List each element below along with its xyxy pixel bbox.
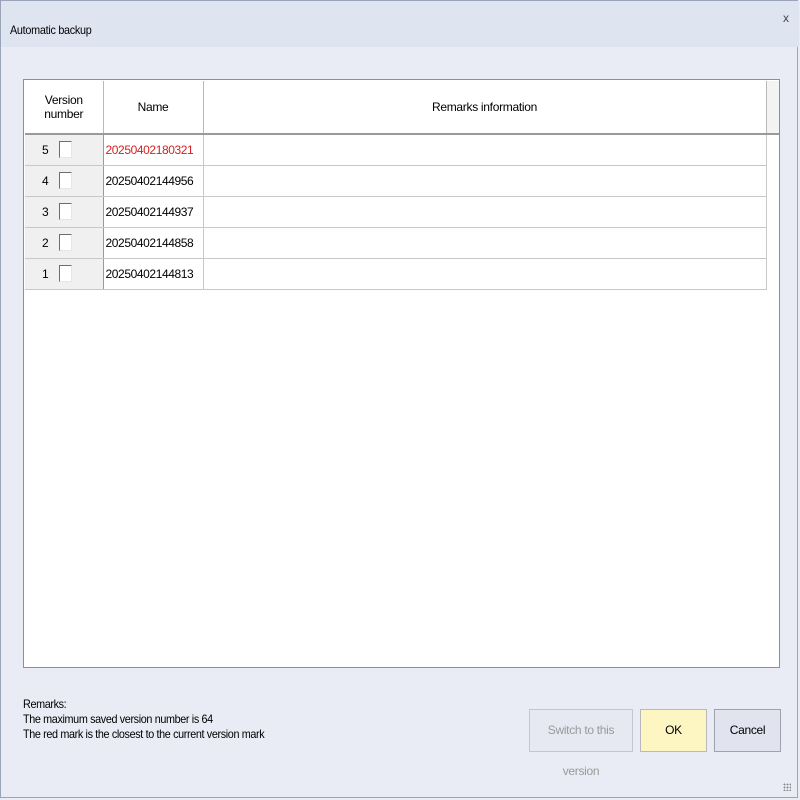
backup-dialog: Automatic backup x Version number Name R… <box>0 0 799 798</box>
version-checkbox[interactable] <box>59 202 72 220</box>
table-row[interactable]: 3 20250402144937 <box>25 196 779 228</box>
switch-version-button[interactable]: Switch to this version <box>529 709 633 778</box>
remarks-line-max-versions: The maximum saved version number is 64 <box>23 712 213 726</box>
version-checkbox[interactable] <box>59 264 72 282</box>
remarks-cell[interactable] <box>203 258 767 290</box>
version-name-cell[interactable]: 20250402180321 <box>103 134 204 166</box>
version-name-cell[interactable]: 20250402144858 <box>103 227 204 259</box>
table-row[interactable]: 1 20250402144813 <box>25 258 779 290</box>
version-number: 4 <box>42 173 49 188</box>
version-cell: 1 <box>25 258 104 290</box>
column-header-remarks[interactable]: Remarks information <box>203 81 767 135</box>
remarks-label: Remarks: <box>23 697 67 711</box>
close-icon[interactable]: x <box>783 11 789 25</box>
version-checkbox[interactable] <box>59 141 72 158</box>
resize-grip-icon[interactable] <box>783 783 791 791</box>
column-header-name[interactable]: Name <box>103 81 204 135</box>
table-row[interactable]: 2 20250402144858 <box>25 227 779 259</box>
version-name-cell[interactable]: 20250402144956 <box>103 165 204 197</box>
version-checkbox[interactable] <box>59 171 72 189</box>
title-bar: Automatic backup x <box>1 1 799 47</box>
remarks-note: Remarks: The maximum saved version numbe… <box>23 697 265 742</box>
version-table: Version number Name Remarks information … <box>25 81 779 290</box>
remarks-cell[interactable] <box>203 165 767 197</box>
cancel-button[interactable]: Cancel <box>714 709 781 752</box>
remarks-cell[interactable] <box>203 227 767 259</box>
column-header-version[interactable]: Version number <box>25 81 104 135</box>
remarks-cell[interactable] <box>203 134 767 166</box>
version-name-cell[interactable]: 20250402144937 <box>103 196 204 228</box>
version-cell: 5 <box>25 134 104 166</box>
version-number: 2 <box>42 235 49 250</box>
version-number: 3 <box>42 204 49 219</box>
version-name-cell[interactable]: 20250402144813 <box>103 258 204 290</box>
window-title: Automatic backup <box>10 23 92 37</box>
header-scroll-spacer <box>765 81 779 135</box>
version-number: 5 <box>42 143 49 157</box>
version-checkbox[interactable] <box>59 233 72 251</box>
ok-button[interactable]: OK <box>640 709 707 752</box>
version-cell: 4 <box>25 165 104 197</box>
version-number: 1 <box>42 266 49 281</box>
remarks-line-red-mark: The red mark is the closest to the curre… <box>23 727 265 741</box>
remarks-cell[interactable] <box>203 196 767 228</box>
version-grid: Version number Name Remarks information … <box>23 79 780 668</box>
version-cell: 2 <box>25 227 104 259</box>
version-cell: 3 <box>25 196 104 228</box>
table-row[interactable]: 4 20250402144956 <box>25 165 779 197</box>
table-row[interactable]: 5 20250402180321 <box>25 134 779 166</box>
